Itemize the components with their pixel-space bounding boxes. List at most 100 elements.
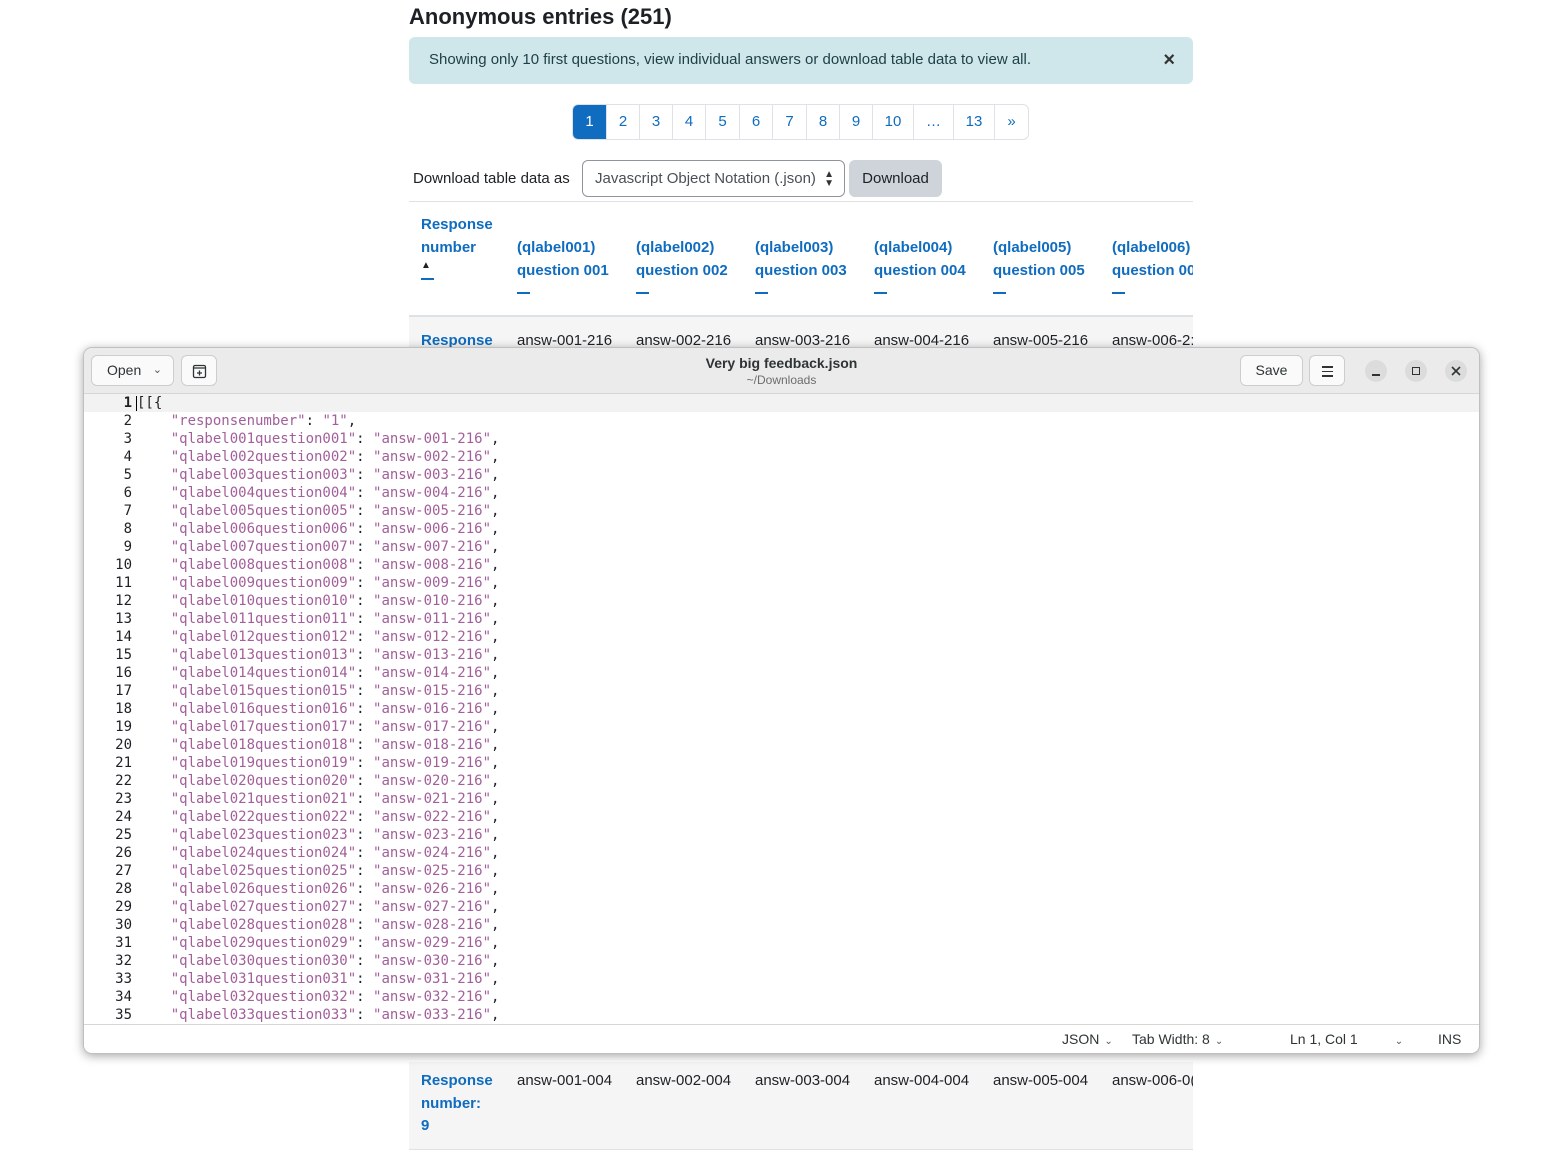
line-number: 2 — [123, 413, 132, 429]
code-text: "qlabel014question014": "answ-014-216", — [170, 665, 500, 681]
page-link-11[interactable]: … — [914, 105, 954, 139]
minimize-button[interactable] — [1365, 360, 1387, 382]
code-line: 7 "qlabel005question005": "answ-005-216"… — [84, 502, 1479, 520]
sort-ascending-icon: ▲ — [421, 260, 431, 271]
page-link-10[interactable]: 10 — [873, 105, 914, 139]
save-button[interactable]: Save — [1240, 355, 1303, 386]
page-link-12[interactable]: 13 — [954, 105, 995, 139]
code-line: 35 "qlabel033question033": "answ-033-216… — [84, 1006, 1479, 1024]
tab-width-selector[interactable]: Tab Width: 8 ⌄ — [1132, 1031, 1223, 1047]
page-link-9[interactable]: 9 — [840, 105, 873, 139]
json-value: "answ-013-216" — [373, 647, 492, 663]
json-key: "qlabel030question030" — [170, 953, 357, 969]
json-value: "1" — [322, 413, 348, 429]
code-text: "qlabel011question011": "answ-011-216", — [170, 611, 500, 627]
code-text: "qlabel004question004": "answ-004-216", — [170, 485, 500, 501]
col-header-question-004[interactable]: (qlabel004) question 004 — [874, 237, 966, 294]
collapse-column-icon[interactable] — [636, 292, 649, 294]
code-line: 21 "qlabel019question019": "answ-019-216… — [84, 754, 1479, 772]
maximize-button[interactable] — [1405, 360, 1427, 382]
code-line: 5 "qlabel003question003": "answ-003-216"… — [84, 466, 1479, 484]
page-link-8[interactable]: 8 — [807, 105, 840, 139]
code-text: "responsenumber": "1", — [170, 413, 357, 429]
json-key: "qlabel012question012" — [170, 629, 357, 645]
page-link-13[interactable]: » — [995, 105, 1028, 139]
page-link-2[interactable]: 2 — [607, 105, 640, 139]
code-text: "qlabel032question032": "answ-032-216", — [170, 989, 500, 1005]
response-number-link[interactable]: Response number: 9 — [421, 1070, 493, 1138]
code-text: "qlabel017question017": "answ-017-216", — [170, 719, 500, 735]
code-text: "qlabel029question029": "answ-029-216", — [170, 935, 500, 951]
json-value: "answ-016-216" — [373, 701, 492, 717]
json-key: "qlabel026question026" — [170, 881, 357, 897]
download-format-select[interactable]: Javascript Object Notation (.json) ▲ ▼ — [582, 160, 845, 197]
code-text: "qlabel023question023": "answ-023-216", — [170, 827, 500, 843]
code-line: 34 "qlabel032question032": "answ-032-216… — [84, 988, 1479, 1006]
row-label-line3: 9 — [421, 1117, 430, 1134]
download-button[interactable]: Download — [849, 160, 942, 197]
col-header-question-003[interactable]: (qlabel003) question 003 — [755, 237, 847, 294]
code-line: 17 "qlabel015question015": "answ-015-216… — [84, 682, 1479, 700]
json-value: "answ-027-216" — [373, 899, 492, 915]
line-number: 4 — [123, 449, 132, 465]
code-text: "qlabel031question031": "answ-031-216", — [170, 971, 500, 987]
language-selector[interactable]: JSON ⌄ — [1062, 1031, 1113, 1047]
page-link-1[interactable]: 1 — [573, 105, 607, 139]
col-header-question-001[interactable]: (qlabel001) question 001 — [517, 237, 609, 294]
col-header-question-005[interactable]: (qlabel005) question 005 — [993, 237, 1085, 294]
code-line: 18 "qlabel016question016": "answ-016-216… — [84, 700, 1479, 718]
line-number: 29 — [115, 899, 132, 915]
tab-width-label: Tab Width: 8 — [1132, 1031, 1210, 1047]
code-editor[interactable]: 1[[{2 "responsenumber": "1", 3 "qlabel001… — [84, 394, 1479, 1024]
json-value: "answ-002-216" — [373, 449, 492, 465]
code-text: "qlabel020question020": "answ-020-216", — [170, 773, 500, 789]
code-line: 9 "qlabel007question007": "answ-007-216"… — [84, 538, 1479, 556]
main-menu-button[interactable] — [1309, 355, 1345, 386]
insert-mode-indicator[interactable]: INS — [1438, 1031, 1461, 1047]
download-label: Download table data as — [413, 170, 570, 187]
cursor-position-selector[interactable]: Ln 1, Col 1 ⌄ — [1290, 1031, 1403, 1047]
code-line: 23 "qlabel021question021": "answ-021-216… — [84, 790, 1479, 808]
code-text: "qlabel006question006": "answ-006-216", — [170, 521, 500, 537]
col-header-line2: question 002 — [636, 261, 728, 279]
code-line: 30 "qlabel028question028": "answ-028-216… — [84, 916, 1479, 934]
table-cell: answ-002-004 — [636, 1072, 732, 1089]
json-key: "qlabel004question004" — [170, 485, 357, 501]
json-key: "qlabel002question002" — [170, 449, 357, 465]
page-link-3[interactable]: 3 — [640, 105, 673, 139]
table-row: Response number: 9 answ-001-004 answ-002… — [409, 1062, 1193, 1150]
json-key: "qlabel011question011" — [170, 611, 357, 627]
alert-close-button[interactable]: × — [1163, 50, 1175, 70]
select-arrows-icon: ▲ ▼ — [824, 168, 834, 189]
json-key: "qlabel017question017" — [170, 719, 357, 735]
page-link-4[interactable]: 4 — [673, 105, 706, 139]
code-line: 33 "qlabel031question031": "answ-031-216… — [84, 970, 1479, 988]
col-header-question-002[interactable]: (qlabel002) question 002 — [636, 237, 728, 294]
collapse-column-icon[interactable] — [874, 292, 887, 294]
code-line: 6 "qlabel004question004": "answ-004-216"… — [84, 484, 1479, 502]
page-link-5[interactable]: 5 — [706, 105, 740, 139]
json-key: "qlabel020question020" — [170, 773, 357, 789]
page-link-6[interactable]: 6 — [740, 105, 773, 139]
col-header-response-number[interactable]: Response number ▲ — [421, 214, 493, 280]
row-label-line2: number: — [421, 1094, 481, 1112]
collapse-column-icon[interactable] — [1112, 292, 1125, 294]
alert-text: Showing only 10 first questions, view in… — [429, 51, 1031, 68]
code-line: 29 "qlabel027question027": "answ-027-216… — [84, 898, 1479, 916]
json-value: "answ-021-216" — [373, 791, 492, 807]
collapse-column-icon[interactable] — [517, 292, 530, 294]
col-header-question-006[interactable]: (qlabel006) question 00 — [1112, 237, 1193, 294]
collapse-column-icon[interactable] — [755, 292, 768, 294]
chevron-down-icon: ⌄ — [1394, 1036, 1404, 1047]
page-link-7[interactable]: 7 — [773, 105, 807, 139]
code-line: 20 "qlabel018question018": "answ-018-216… — [84, 736, 1479, 754]
collapse-column-icon[interactable] — [421, 278, 434, 280]
collapse-column-icon[interactable] — [993, 292, 1006, 294]
json-value: "answ-003-216" — [373, 467, 492, 483]
json-key: "qlabel022question022" — [170, 809, 357, 825]
json-value: "answ-024-216" — [373, 845, 492, 861]
close-button[interactable] — [1445, 360, 1467, 382]
line-number: 17 — [115, 683, 132, 699]
json-key: "qlabel006question006" — [170, 521, 357, 537]
row-divider — [409, 1149, 1193, 1150]
